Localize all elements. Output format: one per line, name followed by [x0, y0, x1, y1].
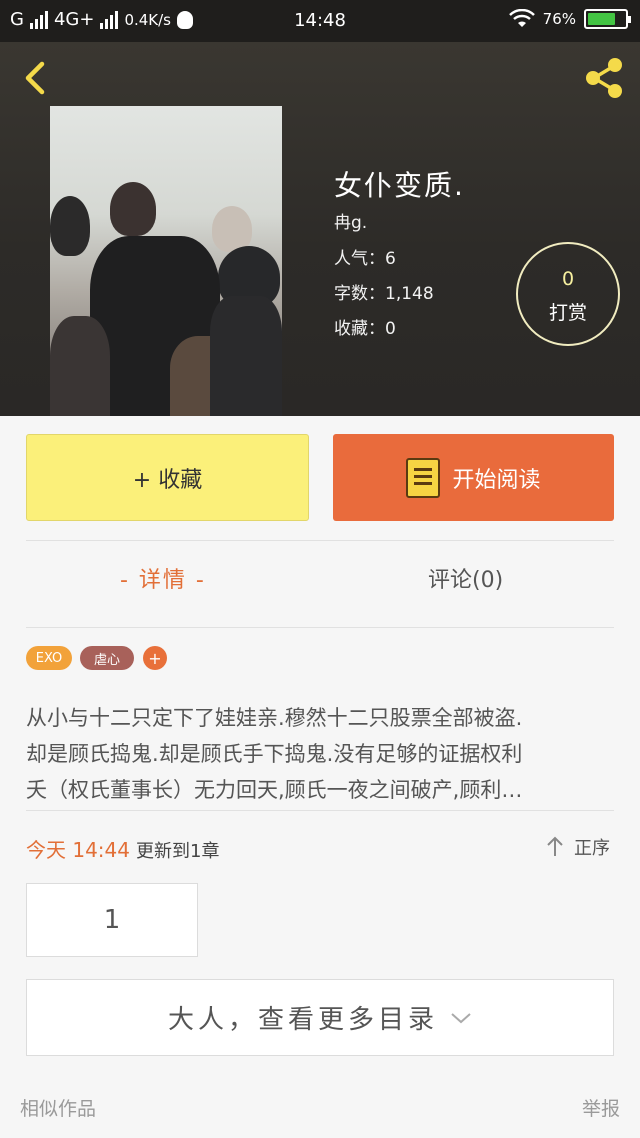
- chevron-down-icon: [451, 1012, 471, 1023]
- book-description[interactable]: 从小与十二只定下了娃娃亲.穆然十二只股票全部被盗. 却是顾氏捣鬼.却是顾氏手下捣…: [26, 700, 616, 808]
- sort-label: 正序: [574, 838, 610, 859]
- read-label: 开始阅读: [452, 467, 541, 493]
- arrow-up-icon: [547, 836, 563, 856]
- book-header: 女仆变质. 冉g. 人气：6 字数：1,148 收藏：0 0 打赏: [0, 42, 640, 416]
- reward-count: 0: [561, 268, 575, 290]
- report-link[interactable]: 举报: [582, 1094, 620, 1121]
- reward-label: 打赏: [548, 302, 587, 324]
- similar-works-link[interactable]: 相似作品: [20, 1094, 96, 1121]
- divider: [26, 810, 614, 811]
- chapter-number: 1: [103, 905, 121, 935]
- tab-comments[interactable]: 评论(0): [428, 562, 503, 594]
- book-icon: [406, 457, 441, 498]
- update-time: 今天 14:44: [26, 838, 130, 862]
- sort-order-button[interactable]: 正序: [546, 834, 610, 860]
- back-arrow-icon[interactable]: [16, 58, 56, 98]
- more-catalog-label: 大人，查看更多目录: [167, 1005, 438, 1035]
- share-icon[interactable]: [580, 54, 628, 102]
- wifi-icon: [508, 9, 535, 27]
- more-catalog-button[interactable]: 大人，查看更多目录: [26, 979, 614, 1056]
- start-reading-button[interactable]: 开始阅读: [333, 434, 614, 521]
- tag-exo[interactable]: EXO: [26, 646, 72, 670]
- favorites-stat: 收藏：0: [334, 319, 396, 339]
- divider: [26, 540, 614, 541]
- book-title: 女仆变质.: [334, 169, 465, 202]
- popularity-stat: 人气：6: [334, 249, 396, 269]
- add-to-collection-button[interactable]: + 收藏: [26, 434, 309, 521]
- collect-label: + 收藏: [132, 467, 203, 493]
- author-name[interactable]: 冉g.: [334, 208, 367, 233]
- word-count-stat: 字数：1,148: [334, 284, 434, 304]
- add-tag-button[interactable]: +: [143, 646, 167, 670]
- battery-icon: [584, 9, 631, 29]
- description-line: 从小与十二只定下了娃娃亲.穆然十二只股票全部被盗.: [26, 706, 523, 730]
- update-info: 今天 14:44 更新到1章: [26, 834, 219, 863]
- tag-nuexin[interactable]: 虐心: [80, 646, 134, 670]
- description-line: 夭（权氏董事长）无力回天,顾氏一夜之间破产,顾利…: [26, 778, 523, 802]
- reward-button[interactable]: 0 打赏: [516, 242, 620, 346]
- book-cover-image[interactable]: [50, 106, 282, 416]
- description-line: 却是顾氏捣鬼.却是顾氏手下捣鬼.没有足够的证据权利: [26, 742, 523, 766]
- battery-percent: 76%: [542, 10, 576, 28]
- status-bar: G 4G+ 0.4K/s 14:48 76%: [0, 0, 640, 42]
- update-status: 更新到1章: [136, 841, 220, 862]
- tab-details[interactable]: - 详情 -: [120, 562, 206, 594]
- divider: [26, 627, 614, 628]
- chapter-item[interactable]: 1: [26, 883, 198, 957]
